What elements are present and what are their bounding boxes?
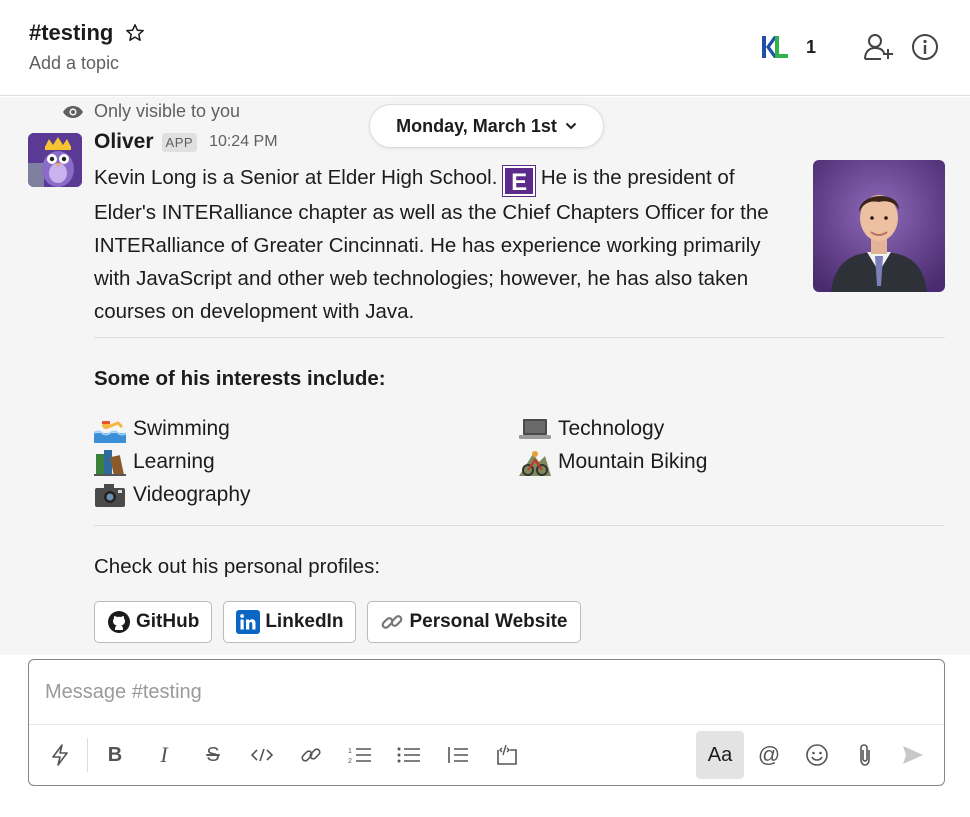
code-block-icon[interactable] [490, 738, 524, 772]
ordered-list-icon[interactable]: 1 2 [343, 738, 377, 772]
interest-label: Learning [133, 450, 215, 473]
github-button[interactable]: GitHub [94, 601, 213, 643]
member-avatar[interactable] [760, 32, 790, 62]
channel-name[interactable]: #testing [29, 20, 113, 46]
portrait-image [813, 160, 945, 292]
sender-name[interactable]: Oliver [94, 130, 154, 154]
eye-icon [63, 105, 83, 118]
github-label: GitHub [136, 611, 200, 632]
bio-text: Kevin Long is a Senior at Elder High Sch… [94, 161, 794, 328]
interest-label: Mountain Biking [558, 450, 708, 473]
interest-item: Learning [94, 448, 215, 476]
add-topic-link[interactable]: Add a topic [29, 53, 119, 74]
star-icon[interactable] [125, 23, 145, 43]
visibility-notice: Only visible to you [62, 101, 240, 122]
link-icon [380, 610, 404, 634]
profile-photo[interactable] [813, 160, 945, 292]
attach-icon[interactable] [848, 738, 882, 772]
mention-icon[interactable]: @ [752, 738, 786, 772]
laptop-emoji [519, 419, 551, 439]
blockquote-icon[interactable] [441, 738, 475, 772]
interests-heading: Some of his interests include: [94, 367, 386, 390]
section-divider [94, 337, 945, 338]
kl-logo-icon [761, 36, 788, 58]
linkedin-button[interactable]: LinkedIn [223, 601, 357, 643]
swimmer-emoji [94, 421, 126, 443]
strikethrough-icon[interactable]: S [196, 738, 230, 772]
section-divider [94, 525, 945, 526]
visibility-text: Only visible to you [94, 101, 241, 121]
formatting-toggle-label: Aa [707, 743, 733, 766]
owl-icon [28, 133, 82, 187]
profiles-heading: Check out his personal profiles: [94, 555, 381, 578]
link-icon[interactable] [294, 738, 328, 772]
personal-website-label: Personal Website [409, 611, 568, 632]
interest-label: Videography [133, 483, 251, 506]
app-avatar[interactable] [28, 133, 82, 187]
linkedin-label: LinkedIn [265, 611, 344, 632]
emoji-icon[interactable] [800, 738, 834, 772]
profile-buttons: GitHub LinkedIn Personal Website [94, 601, 592, 643]
member-count[interactable]: 1 [806, 37, 816, 58]
books-emoji [94, 450, 126, 476]
interest-label: Technology [558, 417, 665, 440]
add-member-icon[interactable] [862, 30, 896, 64]
italic-icon[interactable]: I [147, 738, 181, 772]
date-label: Monday, March 1st [396, 115, 557, 136]
bold-icon[interactable]: B [98, 738, 132, 772]
interest-item: Swimming [94, 415, 230, 443]
personal-website-button[interactable]: Personal Website [367, 601, 581, 643]
github-icon [107, 610, 131, 634]
svg-text:1: 1 [348, 748, 352, 755]
linkedin-icon [236, 610, 261, 634]
mountain-biker-emoji [519, 451, 551, 476]
svg-text:2: 2 [348, 758, 352, 764]
message-composer: B I S 1 2 [28, 659, 945, 786]
interest-item: Videography [94, 481, 251, 509]
interest-item: Technology [519, 415, 664, 443]
message-header: Oliver APP 10:24 PM [94, 130, 278, 154]
interest-item: Mountain Biking [519, 448, 707, 476]
send-icon[interactable] [896, 738, 930, 772]
info-icon[interactable] [908, 30, 942, 64]
bio-part1: Kevin Long is a Senior at Elder High Sch… [94, 166, 498, 189]
message-input[interactable] [29, 660, 944, 724]
bio-part2: He is the president of Elder's INTERalli… [94, 166, 769, 323]
formatting-toolbar: B I S 1 2 Aa @ [29, 724, 944, 785]
message-list: Only visible to you Monday, March 1st Ol… [0, 97, 970, 655]
channel-title[interactable]: #testing [29, 20, 145, 46]
app-badge: APP [161, 132, 198, 152]
bulleted-list-icon[interactable] [392, 738, 426, 772]
shortcuts-icon[interactable] [43, 738, 77, 772]
header-actions: 1 [760, 30, 942, 64]
formatting-toggle-button[interactable]: Aa [696, 731, 744, 779]
message-timestamp[interactable]: 10:24 PM [209, 133, 277, 151]
camera-emoji [95, 484, 125, 507]
toolbar-separator [87, 738, 88, 772]
interest-label: Swimming [133, 417, 230, 440]
chevron-down-icon [565, 122, 577, 130]
channel-header: #testing Add a topic 1 [0, 0, 970, 96]
date-divider-button[interactable]: Monday, March 1st [369, 104, 604, 148]
elder-logo-icon: E [502, 165, 537, 197]
code-icon[interactable] [245, 738, 279, 772]
